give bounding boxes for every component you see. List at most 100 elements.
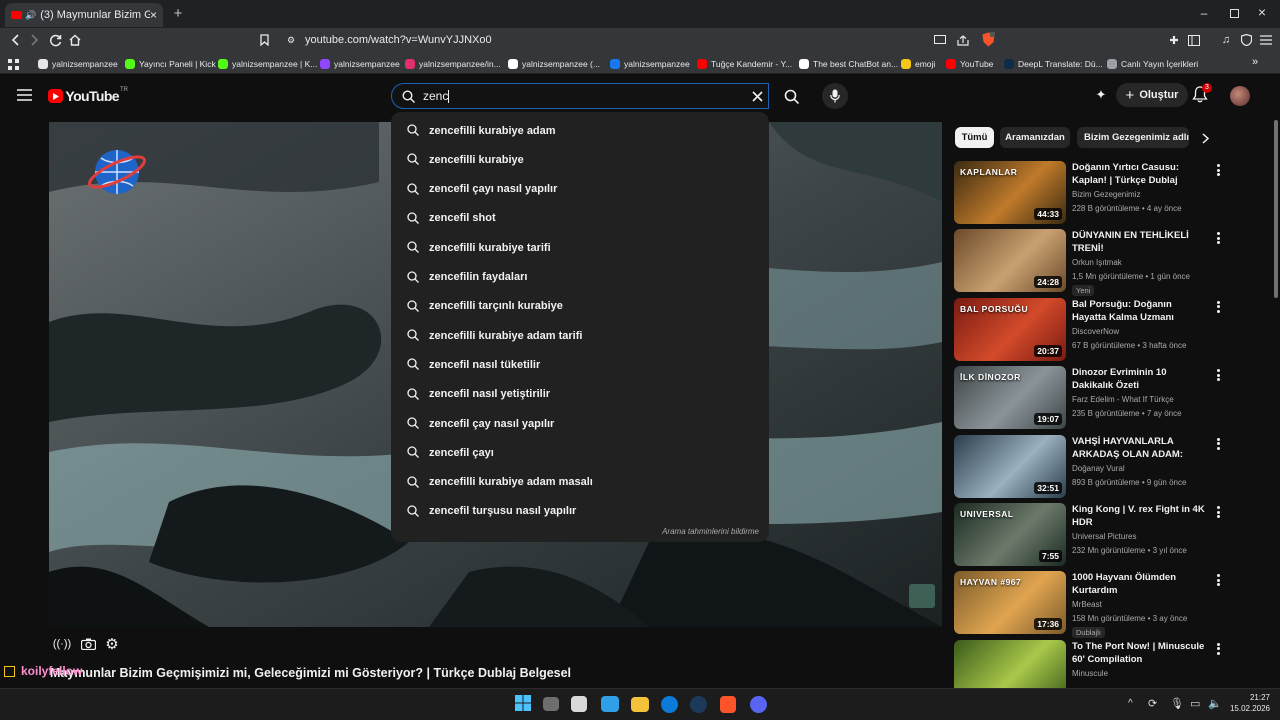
- more-options-icon[interactable]: [1212, 505, 1224, 519]
- browser-tab[interactable]: 🔊 (3) Maymunlar Bizim Geçmiş ×: [5, 3, 163, 27]
- brave-taskbar-icon[interactable]: [720, 696, 736, 713]
- related-video-title[interactable]: DÜNYANIN EN TEHLİKELİ TRENİ!: [1072, 229, 1208, 255]
- video-thumbnail[interactable]: UNIVERSAL 7:55: [954, 503, 1066, 566]
- back-icon[interactable]: [8, 32, 22, 48]
- bookmark-item[interactable]: Tuğçe Kandemir - Y...: [697, 53, 792, 74]
- clock[interactable]: 21:27 15.02.2026: [1226, 692, 1270, 714]
- screenshot-icon[interactable]: [78, 634, 98, 654]
- more-options-icon[interactable]: [1212, 437, 1224, 451]
- related-video-title[interactable]: To The Port Now! | Minuscule 60' Compila…: [1072, 640, 1208, 666]
- bookmark-item[interactable]: YouTube: [946, 53, 993, 74]
- video-thumbnail[interactable]: 32:51: [954, 434, 1066, 498]
- channel-name[interactable]: Farz Edelim - What If Türkçe: [1072, 395, 1174, 404]
- channel-name[interactable]: Orkun Işıtmak: [1072, 258, 1122, 267]
- related-video-title[interactable]: Doğanın Yırtıcı Casusu: Kaplan! | Türkçe…: [1072, 161, 1208, 187]
- search-input[interactable]: zenc: [423, 89, 448, 103]
- cast-icon[interactable]: [932, 32, 948, 48]
- page-scrollbar[interactable]: [1274, 120, 1278, 298]
- bookmark-item[interactable]: Yayıncı Paneli | Kick: [125, 53, 216, 74]
- bookmark-item[interactable]: yalnizsempanzee: [320, 53, 400, 74]
- reload-icon[interactable]: [47, 32, 63, 48]
- avatar[interactable]: [1230, 86, 1250, 106]
- gemini-icon[interactable]: ✦: [1092, 86, 1110, 104]
- create-button[interactable]: + Oluştur: [1116, 83, 1188, 107]
- channel-name[interactable]: Minuscule: [1072, 669, 1108, 678]
- hamburger-menu-icon[interactable]: [15, 87, 33, 103]
- related-video-title[interactable]: King Kong | V. rex Fight in 4K HDR: [1072, 503, 1208, 529]
- chip-from-search[interactable]: Aramanızdan: [1000, 127, 1070, 148]
- maximize-icon[interactable]: [1226, 5, 1242, 21]
- search-box[interactable]: zenc: [391, 83, 769, 109]
- suggestion-item[interactable]: zencefil çayı nasıl yapılır: [391, 175, 769, 204]
- channel-name[interactable]: MrBeast: [1072, 600, 1102, 609]
- related-video[interactable]: BAL PORSUĞU 20:37 Bal Porsuğu: Doğanın Hay…: [954, 297, 1274, 362]
- settings-gear-icon[interactable]: ⚙: [102, 634, 122, 654]
- related-video[interactable]: KAPLANLAR 44:33 Doğanın Yırtıcı Casusu: Ka…: [954, 161, 1274, 225]
- video-thumbnail[interactable]: BAL PORSUĞU 20:37: [954, 297, 1066, 361]
- task-view-icon[interactable]: [543, 697, 559, 711]
- suggestion-item[interactable]: zencefil çay nasıl yapılır: [391, 409, 769, 438]
- chip-channel[interactable]: Bizim Gezegenimiz adlı: [1077, 127, 1189, 148]
- start-icon[interactable]: [514, 694, 534, 714]
- more-options-icon[interactable]: [1212, 368, 1224, 382]
- tray-mic-icon[interactable]: 🎙: [1170, 697, 1184, 710]
- suggestion-item[interactable]: zencefil nasıl yetiştirilir: [391, 380, 769, 409]
- suggestion-item[interactable]: zencefil turşusu nasıl yapılır: [391, 497, 769, 526]
- channel-name[interactable]: DiscoverNow: [1072, 327, 1119, 336]
- bookmark-item[interactable]: emoji: [901, 53, 935, 74]
- bookmark-item[interactable]: yalnizsempanzee (...: [508, 53, 600, 74]
- video-thumbnail[interactable]: HAYVAN #967 17:36: [954, 571, 1066, 635]
- video-thumbnail[interactable]: 24:28: [954, 229, 1066, 293]
- bookmark-item[interactable]: The best ChatBot an...: [799, 53, 898, 74]
- more-options-icon[interactable]: [1212, 163, 1224, 177]
- tray-volume-icon[interactable]: 🔈: [1208, 697, 1222, 710]
- chip-all[interactable]: Tümü: [955, 127, 994, 148]
- more-options-icon[interactable]: [1212, 573, 1224, 587]
- channel-name[interactable]: Bizim Gezegenimiz: [1072, 190, 1140, 199]
- menu-icon[interactable]: [1258, 32, 1274, 48]
- discord-icon[interactable]: [750, 696, 767, 713]
- apps-grid-icon[interactable]: [6, 57, 20, 71]
- related-video[interactable]: 32:51 VAHŞİ HAYVANLARLA ARKADAŞ OLAN ADAM…: [954, 434, 1274, 499]
- voice-search-button[interactable]: [822, 83, 848, 109]
- bookmark-item[interactable]: DeepL Translate: Dü...: [1004, 53, 1103, 74]
- sidebar-icon[interactable]: [1186, 32, 1202, 48]
- brave-shields-icon[interactable]: [980, 31, 996, 48]
- more-options-icon[interactable]: [1212, 300, 1224, 314]
- bookmark-item[interactable]: yalnizsempanzee | K...: [218, 53, 317, 74]
- minimize-icon[interactable]: –: [1196, 5, 1212, 21]
- report-suggestions-link[interactable]: Arama tahminlerini bildirme: [662, 527, 759, 536]
- tray-network-icon[interactable]: ▭: [1190, 697, 1200, 710]
- youtube-logo[interactable]: YouTube TR: [48, 87, 128, 105]
- suggestion-item[interactable]: zencefilin faydaları: [391, 263, 769, 292]
- related-video-title[interactable]: Bal Porsuğu: Doğanın Hayatta Kalma Uzman…: [1072, 298, 1208, 324]
- channel-name[interactable]: Universal Pictures: [1072, 532, 1136, 541]
- photos-app-icon[interactable]: [601, 696, 619, 712]
- steam-icon[interactable]: [690, 696, 707, 713]
- vpn-icon[interactable]: [1238, 32, 1254, 48]
- suggestion-item[interactable]: zencefilli kurabiye tarifi: [391, 233, 769, 262]
- related-video-title[interactable]: 1000 Hayvanı Ölümden Kurtardım: [1072, 571, 1208, 597]
- related-video[interactable]: 24:28 DÜNYANIN EN TEHLİKELİ TRENİ! Orkun I…: [954, 229, 1274, 297]
- new-tab-icon[interactable]: +: [170, 5, 186, 22]
- tray-chevron-icon[interactable]: ^: [1128, 698, 1133, 709]
- audio-playing-icon[interactable]: 🔊: [25, 10, 36, 21]
- address-bar[interactable]: youtube.com/watch?v=WunvYJJNXo0: [280, 29, 1000, 51]
- bookmark-item[interactable]: yalnizsempanzee/in...: [405, 53, 501, 74]
- tab-close-icon[interactable]: ×: [150, 8, 157, 22]
- suggestion-item[interactable]: zencefil nasıl tüketilir: [391, 350, 769, 379]
- bookmark-item[interactable]: yalnizsempanzee: [38, 53, 118, 74]
- more-options-icon[interactable]: [1212, 642, 1224, 656]
- tray-sync-icon[interactable]: ⟳: [1148, 697, 1157, 710]
- ambient-audio-icon[interactable]: ((·)): [52, 634, 72, 654]
- video-thumbnail[interactable]: İLK DİNOZOR 19:07: [954, 366, 1066, 430]
- home-icon[interactable]: [67, 32, 83, 48]
- media-icon[interactable]: ♫: [1218, 32, 1234, 48]
- suggestion-item[interactable]: zencefilli tarçınlı kurabiye: [391, 292, 769, 321]
- channel-name[interactable]: Doğanay Vural: [1072, 464, 1125, 473]
- chips-next-icon[interactable]: [1198, 131, 1212, 145]
- related-video[interactable]: İLK DİNOZOR 19:07 Dinozor Evriminin 10 Dak…: [954, 366, 1274, 430]
- bookmarks-overflow-icon[interactable]: »: [1252, 56, 1258, 68]
- extensions-icon[interactable]: ✚: [1166, 32, 1182, 48]
- office-app-icon[interactable]: [571, 696, 587, 712]
